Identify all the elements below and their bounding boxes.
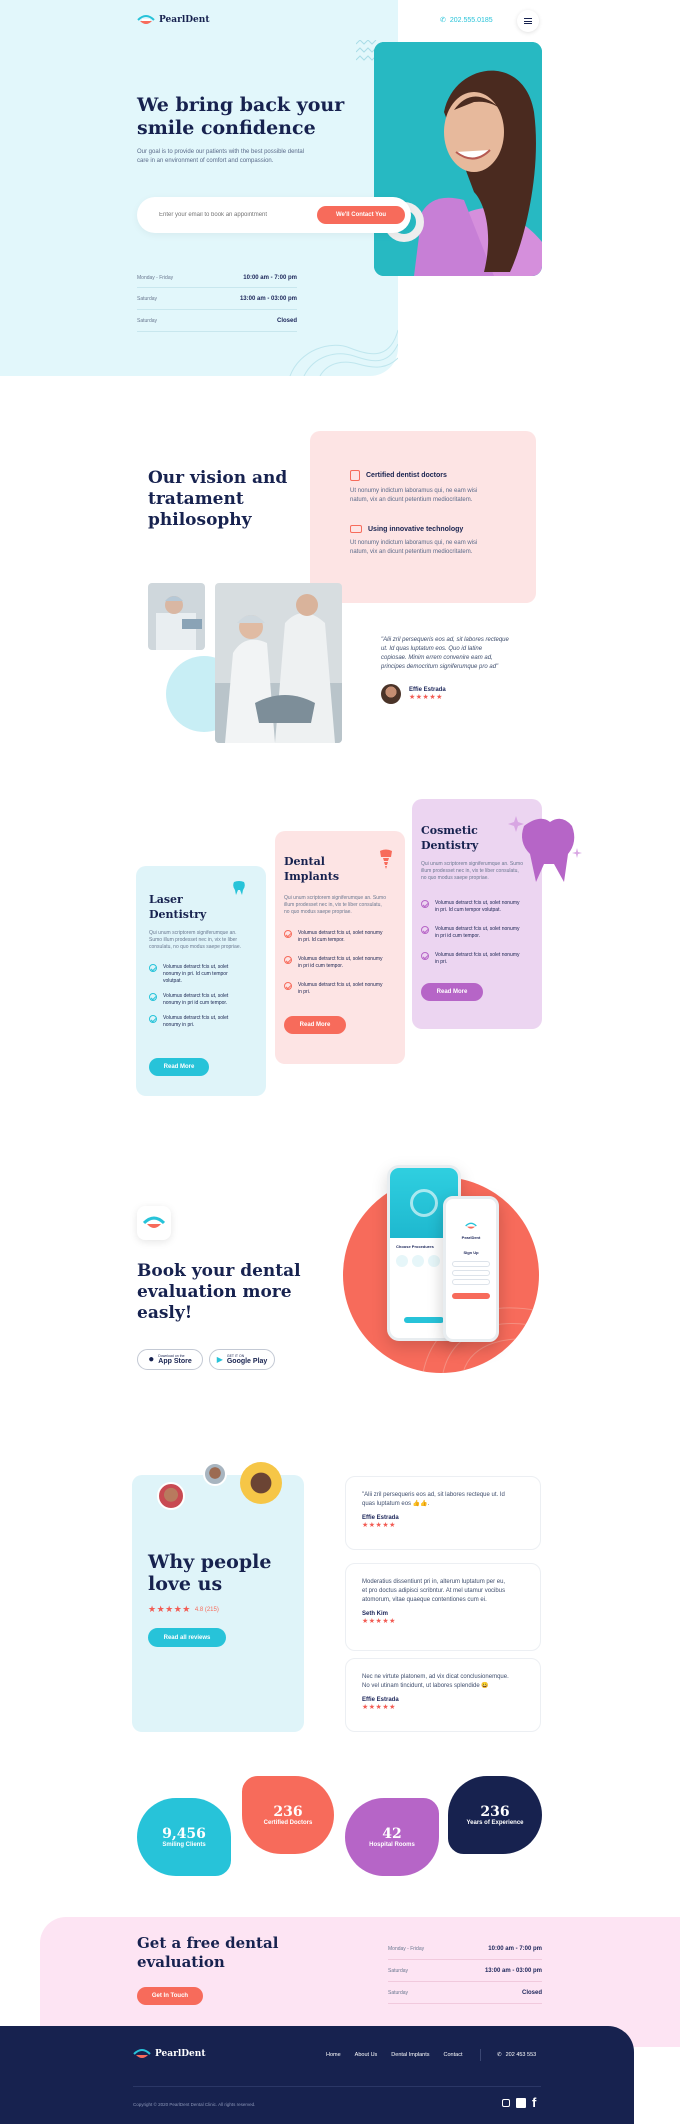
app-title: Book your dental evaluation more easly! <box>137 1261 301 1323</box>
phone2-brand: PearlDent <box>461 1235 481 1240</box>
tooth-logo-icon <box>143 1216 165 1228</box>
rating-stars: ★★★★★ <box>409 694 443 701</box>
avatar <box>240 1462 282 1504</box>
brand-name: PearlDent <box>159 15 210 25</box>
service-card-implants: Dental Implants Qui unum scriptorem signi… <box>275 831 405 1064</box>
tooth-logo-icon <box>137 15 155 24</box>
hero-hours: Monday - Friday 10:00 am - 7:00 pm Saturd… <box>137 268 297 332</box>
footer-link-contact[interactable]: Contact <box>444 2052 463 2058</box>
read-more-button[interactable]: Read More <box>149 1058 209 1076</box>
footer-line <box>133 2086 541 2087</box>
read-more-button[interactable]: Read More <box>421 983 483 1001</box>
tooth-logo-icon <box>465 1222 477 1229</box>
footer-divider <box>480 2049 481 2061</box>
hours-row: Saturday 13:00 am - 03:00 pm <box>137 288 297 310</box>
certificate-icon <box>350 470 360 481</box>
footer-link-home[interactable]: Home <box>326 2052 341 2058</box>
service-card-laser: Laser Dentistry Qui unum scriptorem signi… <box>136 866 266 1096</box>
dentist-photo-small <box>148 583 205 650</box>
stat-smiling-clients: 9,456 Smiling Clients <box>137 1798 231 1876</box>
review-card: Nec ne virtute platonem, ad vix dicat co… <box>345 1658 541 1732</box>
app-icon <box>137 1206 171 1240</box>
avatar <box>381 684 401 704</box>
phone-mockup-2: PearlDent Sign Up <box>443 1196 499 1342</box>
implant-icon <box>380 849 392 869</box>
hours-row: Saturday 13:00 am - 03:00 pm <box>388 1960 542 1982</box>
footer-link-implants[interactable]: Dental Implants <box>391 2052 429 2058</box>
brand-logo[interactable]: PearlDent <box>137 14 209 26</box>
linkedin-icon[interactable] <box>516 2097 526 2108</box>
overall-rating: ★★★★★ 4.8 (215) <box>148 1604 219 1614</box>
hero-title: We bring back your smile confidence <box>137 94 345 139</box>
tooth-logo-icon <box>133 2049 151 2058</box>
phone-icon: ✆ <box>440 17 446 24</box>
footer-brand[interactable]: PearlDent <box>133 2048 205 2060</box>
facebook-icon[interactable]: f <box>532 2095 536 2110</box>
feature-item: Using innovative technology Ut nonumy in… <box>350 525 478 555</box>
phone2-title: Sign Up <box>463 1250 479 1255</box>
avatar <box>203 1462 227 1486</box>
review-card: Moderatius dissentiunt pri in, alterum l… <box>345 1563 541 1651</box>
tooth-icon <box>233 881 245 895</box>
testimonial-quote: "Alii zril persequeris eos ad, sit labor… <box>381 637 509 670</box>
app-store-button[interactable]: ● Download on the App Store <box>137 1349 203 1370</box>
footer-nav: Home About Us Dental Implants Contact <box>326 2052 462 2058</box>
google-play-button[interactable]: ▶ GET IT ON Google Play <box>209 1349 275 1370</box>
hours-row: Monday - Friday 10:00 am - 7:00 pm <box>137 268 297 288</box>
instagram-icon[interactable] <box>502 2098 510 2107</box>
copyright: Copyright © 2020 PearlDent Dental Clinic… <box>133 2102 256 2107</box>
footer-phone[interactable]: ✆ 202 453 553 <box>497 2052 536 2058</box>
stat-years-experience: 236 Years of Experience <box>448 1776 542 1854</box>
footer-link-about[interactable]: About Us <box>355 2052 378 2058</box>
dentist-photo-large <box>215 583 342 743</box>
get-in-touch-button[interactable]: Get In Touch <box>137 1987 203 2005</box>
hours-row: Saturday Closed <box>137 310 297 332</box>
hero-photo <box>374 42 542 276</box>
read-all-reviews-button[interactable]: Read all reviews <box>148 1628 226 1647</box>
contact-button[interactable]: We'll Contact You <box>317 206 405 224</box>
phone-icon: ✆ <box>497 2052 502 2058</box>
play-icon: ▶ <box>216 1355 223 1364</box>
vision-features-card <box>310 431 536 603</box>
feature-item: Certified dentist doctors Ut nonumy indi… <box>350 470 478 503</box>
dial-icon <box>410 1189 438 1217</box>
read-more-button[interactable]: Read More <box>284 1016 346 1034</box>
reviews-title: Why people love us <box>148 1551 272 1595</box>
hours-row: Monday - Friday 10:00 am - 7:00 pm <box>388 1938 542 1960</box>
hours-row: Saturday Closed <box>388 1982 542 2004</box>
footer <box>0 2026 634 2124</box>
apple-icon: ● <box>148 1354 155 1365</box>
avatar <box>157 1482 185 1510</box>
header-phone[interactable]: ✆ 202.555.0185 <box>440 16 493 25</box>
header-phone-number: 202.555.0185 <box>449 16 493 24</box>
stat-hospital-rooms: 42 Hospital Rooms <box>345 1798 439 1876</box>
cta-title: Get a free dental evaluation <box>137 1934 279 1971</box>
stat-certified-doctors: 236 Certified Doctors <box>242 1776 334 1854</box>
vision-testimonial: "Alii zril persequeris eos ad, sit labor… <box>381 636 536 704</box>
technology-icon <box>350 525 362 533</box>
footer-brand-name: PearlDent <box>155 2049 206 2059</box>
email-input[interactable] <box>159 212 299 218</box>
hero-subtitle: Our goal is to provide our patients with… <box>137 149 305 164</box>
hero-email-form: We'll Contact You <box>137 197 411 233</box>
big-tooth-icon <box>508 816 582 882</box>
vision-title: Our vision and tratament philosophy <box>148 468 288 530</box>
menu-button[interactable] <box>517 10 539 32</box>
social-links: f <box>502 2095 536 2110</box>
hamburger-icon <box>524 18 532 24</box>
review-card: "Alii zril persequeris eos ad, sit labor… <box>345 1476 541 1550</box>
cta-hours: Monday - Friday 10:00 am - 7:00 pm Saturd… <box>388 1938 542 2004</box>
